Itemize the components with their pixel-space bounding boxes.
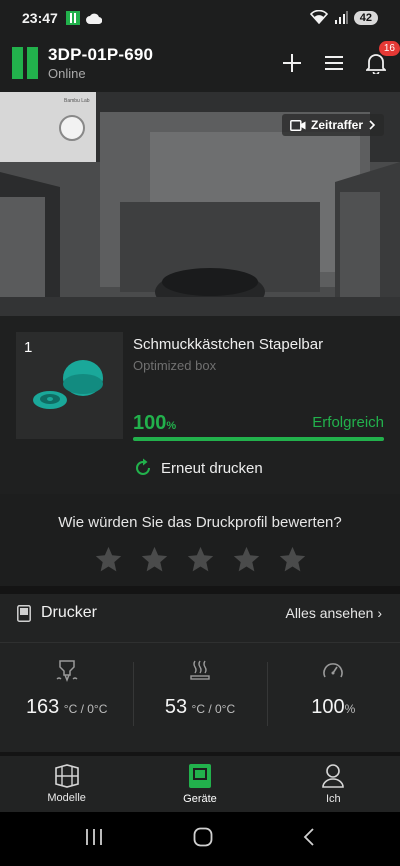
rating-stars <box>0 545 400 574</box>
recent-apps-button[interactable] <box>84 828 104 851</box>
see-all-label: Alles ansehen <box>285 605 374 621</box>
bed-temperature-icon <box>190 660 210 680</box>
system-navigation-bar <box>0 812 400 866</box>
printer-section-title: Drucker <box>41 604 98 621</box>
profile-icon <box>322 764 345 788</box>
device-status: Online <box>48 66 86 81</box>
rating-star-3[interactable] <box>186 545 215 574</box>
notification-badge: 16 <box>378 41 400 56</box>
models-icon <box>54 764 79 788</box>
back-icon <box>303 827 314 846</box>
progress-value: 100 <box>133 412 167 434</box>
bambu-logo-icon <box>12 47 38 79</box>
reprint-label: Erneut drucken <box>161 459 263 477</box>
bed-temperature-stat[interactable]: 53 °C / 0°C <box>133 654 266 738</box>
nozzle-temp-value: 163 <box>25 696 60 718</box>
speed-value: 100 <box>311 696 345 718</box>
notifications-button[interactable]: 16 <box>364 41 400 75</box>
nav-label-models: Modelle <box>47 792 86 804</box>
video-camera-icon <box>290 119 306 131</box>
progress-bar <box>133 437 384 441</box>
nozzle-temp-unit: °C / 0°C <box>63 702 108 716</box>
model-thumbnail[interactable]: 1 <box>16 332 123 439</box>
bed-temp-unit: °C / 0°C <box>191 702 236 716</box>
speed-gauge-icon <box>323 663 344 678</box>
printer-header-divider <box>0 642 400 643</box>
devices-icon <box>188 764 211 788</box>
battery-indicator: 42 <box>353 11 378 25</box>
refresh-icon <box>136 458 150 475</box>
camera-feed[interactable]: Bambu Lab Zeitraffer <box>0 92 400 316</box>
signal-icon <box>334 10 348 27</box>
rating-question: Wie würden Sie das Druckprofil bewerten? <box>58 514 342 531</box>
bed-temp-value: 53 <box>164 696 188 718</box>
add-device-button[interactable] <box>280 51 304 75</box>
device-header: 3DP-01P-690 Online 16 <box>0 36 400 90</box>
section-divider <box>0 586 400 594</box>
job-title: Schmuckkästchen Stapelbar <box>133 336 324 353</box>
speed-stat[interactable]: 100% <box>266 654 400 738</box>
device-info[interactable]: 3DP-01P-690 Online <box>48 45 153 81</box>
print-job-card: 1 Schmuckkästchen Stapelbar Optimized bo… <box>0 316 400 494</box>
nav-item-profile[interactable]: Ich <box>267 756 400 812</box>
recent-apps-icon <box>86 828 103 845</box>
home-icon <box>193 827 213 846</box>
plate-number: 1 <box>24 339 33 356</box>
printer-brand-text: Bambu Lab <box>64 98 90 104</box>
home-button[interactable] <box>193 827 213 852</box>
see-all-link[interactable]: Alles ansehen › <box>285 605 382 621</box>
chevron-right-icon <box>369 120 376 130</box>
nozzle-temperature-stat[interactable]: 163 °C / 0°C <box>0 654 133 738</box>
printer-icon <box>17 604 31 622</box>
nav-item-models[interactable]: Modelle <box>0 756 133 812</box>
plus-icon <box>283 54 301 72</box>
job-subtitle: Optimized box <box>133 358 217 373</box>
cloud-icon <box>85 13 102 24</box>
rating-section: Wie würden Sie das Druckprofil bewerten? <box>0 494 400 586</box>
rating-star-4[interactable] <box>232 545 261 574</box>
status-bar: 23:47 42 <box>0 0 400 36</box>
nav-item-devices[interactable]: Geräte <box>133 756 266 812</box>
bottom-navigation: Modelle Geräte Ich <box>0 756 400 812</box>
back-button[interactable] <box>302 827 316 852</box>
menu-button[interactable] <box>322 51 346 75</box>
rating-star-2[interactable] <box>140 545 169 574</box>
timelapse-button[interactable]: Zeitraffer <box>281 114 384 136</box>
menu-icon <box>325 56 343 70</box>
status-time: 23:47 <box>22 10 58 26</box>
rating-star-5[interactable] <box>278 545 307 574</box>
nav-label-devices: Geräte <box>183 793 217 805</box>
progress-percent: 100% <box>133 412 176 435</box>
wifi-icon <box>309 9 328 27</box>
progress-unit: % <box>166 420 177 432</box>
printer-section: Drucker Alles ansehen › 163 °C / 0°C 53 … <box>0 594 400 752</box>
job-status: Erfolgreich <box>312 414 384 431</box>
device-name: 3DP-01P-690 <box>48 45 154 64</box>
nav-label-profile: Ich <box>325 793 341 805</box>
reprint-button[interactable]: Erneut drucken <box>133 458 263 478</box>
rating-star-1[interactable] <box>94 545 123 574</box>
app-notification-icon <box>65 11 80 25</box>
speed-unit: % <box>344 702 356 716</box>
timelapse-label: Zeitraffer <box>310 118 363 132</box>
nozzle-temperature-icon <box>56 660 78 683</box>
progress-bar-fill <box>133 437 384 441</box>
